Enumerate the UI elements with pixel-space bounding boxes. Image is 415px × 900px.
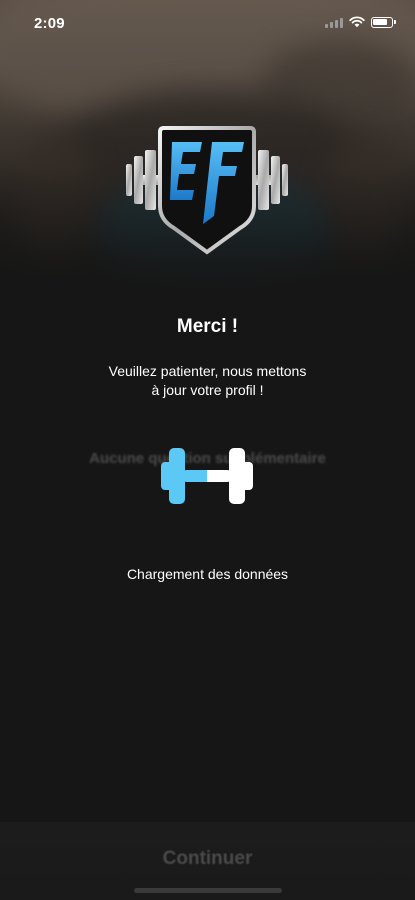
subtitle-line-2: à jour votre profil ! <box>151 382 264 398</box>
continue-button[interactable]: Continuer <box>0 848 415 870</box>
cellular-signal-icon <box>325 17 343 28</box>
status-time: 2:09 <box>34 15 65 32</box>
page-title: Merci ! <box>176 316 239 337</box>
battery-icon <box>371 16 396 28</box>
dumbbell-icon <box>161 448 253 504</box>
subtitle-line-1: Veuillez patienter, nous mettons <box>108 363 307 379</box>
status-bar: 2:09 <box>0 0 415 44</box>
wifi-icon <box>349 16 365 28</box>
footer: Continuer <box>0 822 415 900</box>
status-icons <box>325 16 396 28</box>
loading-status-text: Chargement des données <box>126 566 289 582</box>
app-logo-icon <box>126 126 288 255</box>
thank-you-screen: 2:09 Merci ! Veuillez patienter, nous me… <box>0 0 415 900</box>
home-indicator <box>134 888 282 893</box>
page-subtitle: Veuillez patienter, nous mettons à jour … <box>0 362 415 400</box>
